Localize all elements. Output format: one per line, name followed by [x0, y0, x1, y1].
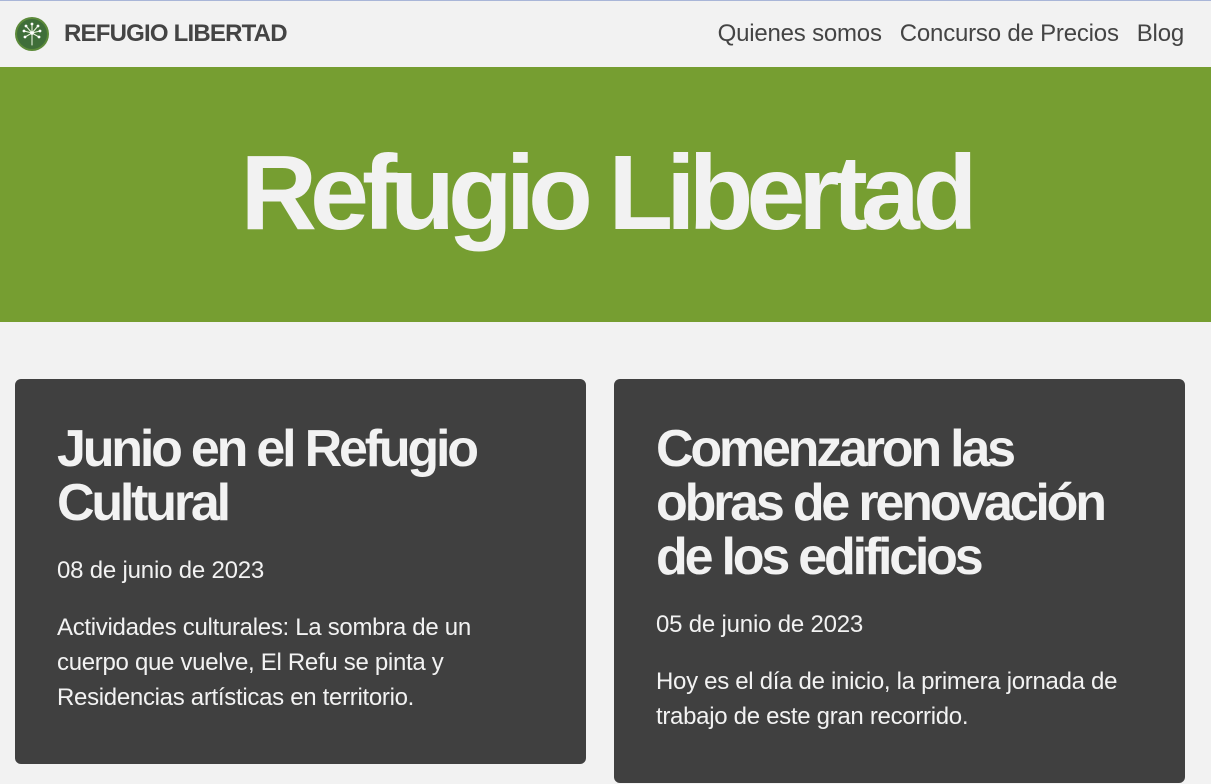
post-title[interactable]: Comenzaron las obras de renovación de lo…: [656, 422, 1145, 584]
post-date: 05 de junio de 2023: [656, 611, 864, 638]
nav-link-concurso-de-precios[interactable]: Concurso de Precios: [900, 20, 1119, 48]
nav-link-blog[interactable]: Blog: [1137, 20, 1184, 48]
main-nav: Quienes somos Concurso de Precios Blog: [700, 17, 1185, 51]
post-card[interactable]: Comenzaron las obras de renovación de lo…: [614, 379, 1185, 783]
brand-link[interactable]: REFUGIO LIBERTAD: [15, 17, 288, 51]
post-excerpt: Hoy es el día de inicio, la primera jorn…: [656, 668, 1118, 730]
hero-banner: Refugio Libertad: [0, 67, 1211, 322]
post-card[interactable]: Junio en el Refugio Cultural 08 de junio…: [15, 379, 586, 764]
nav-link-quienes-somos[interactable]: Quienes somos: [718, 20, 882, 48]
brand-name: REFUGIO LIBERTAD: [64, 20, 288, 47]
hero-title: Refugio Libertad: [240, 134, 977, 252]
post-excerpt: Actividades culturales: La sombra de un …: [57, 614, 471, 711]
post-date: 08 de junio de 2023: [57, 557, 265, 584]
post-title[interactable]: Junio en el Refugio Cultural: [57, 422, 546, 530]
dandelion-logo-icon: [15, 17, 49, 51]
navbar: REFUGIO LIBERTAD Quienes somos Concurso …: [0, 1, 1211, 67]
